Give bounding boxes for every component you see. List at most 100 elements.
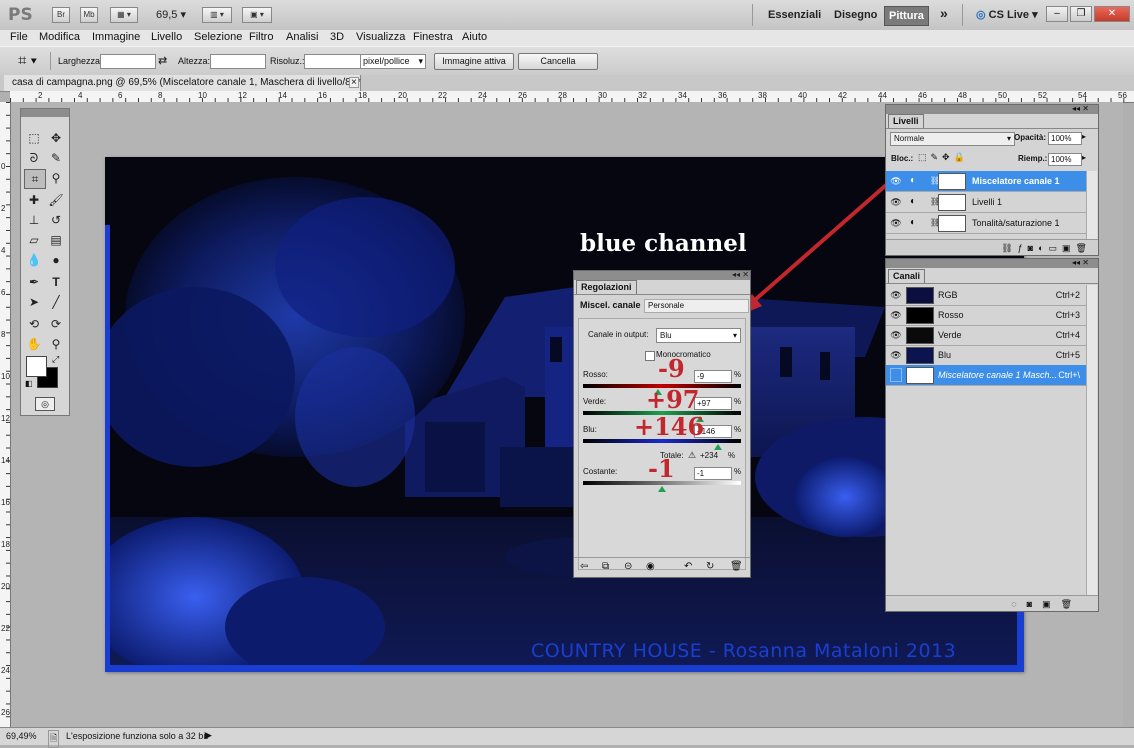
- crop-tool-icon[interactable]: ⌗: [24, 169, 46, 189]
- channels-panel-header[interactable]: [886, 259, 1098, 268]
- channel-row[interactable]: 👁 RGB Ctrl+2: [886, 285, 1086, 306]
- history-brush-tool-icon[interactable]: ↺: [46, 211, 66, 229]
- layers-footer-icons[interactable]: ⛓ƒ◙◐▭▣🗑: [886, 239, 1098, 255]
- output-channel-select[interactable]: Blu ▾: [656, 328, 741, 343]
- active-image-button[interactable]: Immagine attiva: [434, 53, 514, 70]
- arrange-documents-button[interactable]: ▥ ▾: [202, 7, 232, 23]
- menu-help[interactable]: Aiuto: [462, 31, 487, 43]
- blend-mode-select[interactable]: Normale ▾: [890, 132, 1015, 146]
- collapse-icon[interactable]: ◂◂ ✕: [1072, 104, 1089, 113]
- fill-arrow-icon[interactable]: ▸: [1082, 153, 1086, 162]
- zoom-tool-icon[interactable]: ⚲: [46, 335, 66, 353]
- channel-row[interactable]: Miscelatore canale 1 Masch... Ctrl+\: [886, 365, 1086, 386]
- tab-channels[interactable]: Canali: [888, 269, 926, 283]
- opacity-arrow-icon[interactable]: ▸: [1082, 132, 1086, 141]
- resolution-unit-select[interactable]: pixel/pollice ▾: [360, 54, 426, 69]
- layers-panel-header[interactable]: [886, 105, 1098, 114]
- layer-mask-thumbnail[interactable]: [938, 215, 966, 232]
- menu-window[interactable]: Finestra: [413, 31, 453, 43]
- screen-mode-button[interactable]: ▣ ▾: [242, 7, 272, 23]
- eyedropper-tool-icon[interactable]: ⚲: [46, 169, 66, 187]
- back-icon[interactable]: ⇦: [580, 561, 588, 572]
- hand-tool-icon[interactable]: ✋: [24, 335, 44, 353]
- pen-tool-icon[interactable]: ✒: [24, 273, 44, 291]
- marquee-tool-icon[interactable]: ⬚: [24, 129, 44, 147]
- tools-panel-header[interactable]: [21, 109, 69, 117]
- visibility-eye-icon[interactable]: 👁: [890, 192, 902, 212]
- swap-dimensions-icon[interactable]: ⇄: [158, 54, 167, 67]
- menu-filter[interactable]: Filtro: [249, 31, 273, 43]
- layer-mask-thumbnail[interactable]: [938, 173, 966, 190]
- tab-adjustments[interactable]: Regolazioni: [576, 280, 637, 294]
- dodge-tool-icon[interactable]: ●: [46, 251, 66, 269]
- layers-scrollbar[interactable]: [1086, 171, 1097, 239]
- zoom-readout[interactable]: 69,49%: [6, 731, 37, 741]
- blur-tool-icon[interactable]: 💧: [24, 251, 44, 269]
- tab-layers[interactable]: Livelli: [888, 114, 924, 128]
- layer-mask-thumbnail[interactable]: [938, 194, 966, 211]
- visibility-eye-icon[interactable]: 👁: [890, 285, 902, 305]
- expand-view-icon[interactable]: ⧉: [602, 561, 609, 572]
- menu-file[interactable]: File: [10, 31, 28, 43]
- view-extras-button[interactable]: ▦ ▾: [110, 7, 138, 23]
- foreground-color-swatch[interactable]: [26, 356, 47, 377]
- height-input[interactable]: [210, 54, 266, 69]
- 3d-orbit-tool-icon[interactable]: ⟳: [46, 315, 66, 333]
- reset-icon[interactable]: ↻: [706, 561, 714, 572]
- channel-row[interactable]: 👁 Rosso Ctrl+3: [886, 305, 1086, 326]
- move-tool-icon[interactable]: ✥: [46, 129, 66, 147]
- cs-live-menu[interactable]: ◎ CS Live ▾: [976, 8, 1038, 21]
- menu-view[interactable]: Visualizza: [356, 31, 405, 43]
- visibility-eye-icon[interactable]: 👁: [890, 171, 902, 191]
- lock-icons[interactable]: ⬚✎✥🔒: [918, 152, 969, 163]
- swap-colors-icon[interactable]: ⤢: [52, 354, 59, 365]
- workspace-painting[interactable]: Pittura: [884, 6, 929, 26]
- 3d-rotate-tool-icon[interactable]: ⟲: [24, 315, 44, 333]
- crop-tool-preset-icon[interactable]: ⌗ ▾: [18, 52, 37, 69]
- fill-input[interactable]: 100%: [1048, 153, 1082, 166]
- visibility-eye-icon[interactable]: 👁: [890, 305, 902, 325]
- visibility-toggle[interactable]: [890, 368, 902, 382]
- visibility-eye-icon[interactable]: 👁: [890, 213, 902, 233]
- bridge-button[interactable]: Br: [52, 7, 70, 23]
- menu-analysis[interactable]: Analisi: [286, 31, 318, 43]
- visibility-eye-icon[interactable]: 👁: [890, 345, 902, 365]
- opacity-input[interactable]: 100%: [1048, 132, 1082, 145]
- view-previous-icon[interactable]: ↶: [684, 561, 692, 572]
- default-colors-icon[interactable]: ◧: [25, 379, 33, 388]
- quick-select-tool-icon[interactable]: ✎: [46, 149, 66, 167]
- mini-bridge-button[interactable]: Mb: [80, 7, 98, 23]
- lasso-tool-icon[interactable]: ᘐ: [24, 149, 44, 167]
- blue-slider-handle[interactable]: [714, 444, 722, 450]
- trash-icon[interactable]: 🗑: [730, 561, 743, 572]
- clip-icon[interactable]: ⊝: [624, 561, 632, 572]
- stamp-tool-icon[interactable]: ⊥: [24, 211, 44, 229]
- monochrome-checkbox[interactable]: [645, 351, 655, 361]
- menu-select[interactable]: Selezione: [194, 31, 242, 43]
- channels-footer-icons[interactable]: ◌◙▣🗑: [886, 595, 1098, 611]
- adjustments-panel-header[interactable]: [574, 271, 750, 280]
- resolution-input[interactable]: [304, 54, 362, 69]
- menu-image[interactable]: Immagine: [92, 31, 140, 43]
- layer-row[interactable]: 👁 ◐ ⛓ Tonalità/saturazione 1: [886, 213, 1086, 234]
- workspace-design[interactable]: Disegno: [830, 6, 881, 24]
- constant-slider-handle[interactable]: [658, 486, 666, 492]
- visibility-eye-icon[interactable]: 👁: [890, 325, 902, 345]
- zoom-level[interactable]: 69,5 ▾: [156, 8, 186, 21]
- more-workspaces-button[interactable]: »: [936, 4, 952, 22]
- green-value-input[interactable]: +97: [694, 397, 732, 410]
- menu-3d[interactable]: 3D: [330, 31, 344, 43]
- info-icon[interactable]: 🗎: [48, 730, 60, 748]
- minimize-window-button[interactable]: –: [1046, 6, 1068, 22]
- gradient-tool-icon[interactable]: ▤: [46, 231, 66, 249]
- constant-value-input[interactable]: -1: [694, 467, 732, 480]
- menu-layer[interactable]: Livello: [151, 31, 182, 43]
- status-menu-arrow-icon[interactable]: ▶: [205, 730, 212, 741]
- width-input[interactable]: [100, 54, 156, 69]
- line-tool-icon[interactable]: ╱: [46, 293, 66, 311]
- type-tool-icon[interactable]: T: [46, 273, 66, 291]
- path-select-tool-icon[interactable]: ➤: [24, 293, 44, 311]
- channel-row[interactable]: 👁 Blu Ctrl+5: [886, 345, 1086, 366]
- clear-button[interactable]: Cancella: [518, 53, 598, 70]
- layer-row[interactable]: 👁 ◐ ⛓ Livelli 1: [886, 192, 1086, 213]
